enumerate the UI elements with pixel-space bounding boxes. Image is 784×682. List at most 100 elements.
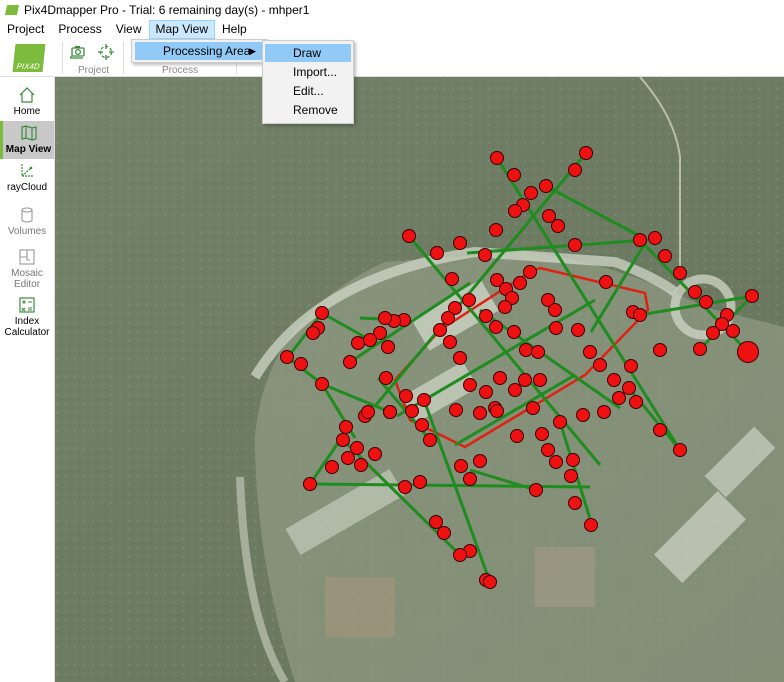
- image-position-marker[interactable]: [437, 526, 451, 540]
- image-position-marker[interactable]: [553, 415, 567, 429]
- image-position-marker[interactable]: [726, 324, 740, 338]
- image-position-marker[interactable]: [399, 389, 413, 403]
- image-position-marker[interactable]: [579, 146, 593, 160]
- sidebar-item-mosaic-editor[interactable]: Mosaic Editor: [0, 245, 54, 293]
- menu-view[interactable]: View: [109, 20, 149, 39]
- menu-map-view[interactable]: Map View: [148, 20, 215, 39]
- image-position-marker[interactable]: [583, 345, 597, 359]
- sidebar-item-map-view[interactable]: Map View: [0, 121, 54, 159]
- image-position-marker[interactable]: [378, 311, 392, 325]
- image-position-marker[interactable]: [398, 480, 412, 494]
- image-position-marker[interactable]: [542, 209, 556, 223]
- image-position-marker[interactable]: [593, 358, 607, 372]
- satellite-map[interactable]: [55, 77, 784, 682]
- image-position-marker[interactable]: [361, 405, 375, 419]
- sidebar-item-index-calculator[interactable]: Index Calculator: [0, 293, 54, 341]
- image-position-marker[interactable]: [490, 404, 504, 418]
- image-position-marker[interactable]: [612, 391, 626, 405]
- image-position-marker[interactable]: [673, 266, 687, 280]
- image-position-marker[interactable]: [607, 373, 621, 387]
- image-position-marker[interactable]: [341, 451, 355, 465]
- image-position-marker[interactable]: [417, 393, 431, 407]
- image-position-marker[interactable]: [498, 300, 512, 314]
- image-position-marker[interactable]: [539, 179, 553, 193]
- image-position-marker[interactable]: [303, 477, 317, 491]
- image-position-marker[interactable]: [453, 351, 467, 365]
- image-position-marker[interactable]: [454, 459, 468, 473]
- image-position-marker[interactable]: [633, 233, 647, 247]
- image-position-marker[interactable]: [463, 472, 477, 486]
- image-position-marker[interactable]: [566, 453, 580, 467]
- image-position-marker[interactable]: [551, 219, 565, 233]
- image-position-marker[interactable]: [433, 323, 447, 337]
- image-position-marker[interactable]: [453, 548, 467, 562]
- image-position-marker[interactable]: [624, 359, 638, 373]
- image-position-marker[interactable]: [429, 515, 443, 529]
- image-position-marker[interactable]: [568, 496, 582, 510]
- image-position-marker[interactable]: [706, 326, 720, 340]
- image-position-marker[interactable]: [363, 333, 377, 347]
- image-position-marker[interactable]: [315, 306, 329, 320]
- image-position-marker[interactable]: [693, 342, 707, 356]
- image-position-marker[interactable]: [381, 340, 395, 354]
- image-position-marker[interactable]: [622, 381, 636, 395]
- image-position-marker[interactable]: [541, 443, 555, 457]
- image-position-marker[interactable]: [479, 309, 493, 323]
- image-position-marker[interactable]: [648, 231, 662, 245]
- image-position-marker[interactable]: [571, 323, 585, 337]
- image-position-marker[interactable]: [306, 326, 320, 340]
- image-position-marker[interactable]: [441, 311, 455, 325]
- image-position-marker[interactable]: [463, 378, 477, 392]
- image-position-marker[interactable]: [280, 350, 294, 364]
- image-position-marker[interactable]: [383, 405, 397, 419]
- image-position-marker[interactable]: [568, 238, 582, 252]
- image-position-marker[interactable]: [423, 433, 437, 447]
- selected-image-marker[interactable]: [737, 341, 759, 363]
- image-position-marker[interactable]: [658, 249, 672, 263]
- image-position-marker[interactable]: [443, 335, 457, 349]
- image-position-marker[interactable]: [473, 406, 487, 420]
- image-position-marker[interactable]: [325, 460, 339, 474]
- menu-process[interactable]: Process: [51, 20, 108, 39]
- menu-item-remove[interactable]: Remove: [265, 101, 351, 119]
- sidebar-item-volumes[interactable]: Volumes: [0, 203, 54, 241]
- image-position-marker[interactable]: [368, 447, 382, 461]
- image-position-marker[interactable]: [354, 458, 368, 472]
- image-position-marker[interactable]: [599, 275, 613, 289]
- image-position-marker[interactable]: [415, 418, 429, 432]
- image-position-marker[interactable]: [507, 325, 521, 339]
- menu-item-draw[interactable]: Draw: [265, 44, 351, 62]
- menu-item-edit[interactable]: Edit...: [265, 82, 351, 100]
- image-position-marker[interactable]: [449, 403, 463, 417]
- image-position-marker[interactable]: [633, 308, 647, 322]
- image-position-marker[interactable]: [430, 246, 444, 260]
- image-position-marker[interactable]: [490, 151, 504, 165]
- image-position-marker[interactable]: [653, 423, 667, 437]
- image-position-marker[interactable]: [531, 345, 545, 359]
- image-position-marker[interactable]: [402, 229, 416, 243]
- sidebar-item-home[interactable]: Home: [0, 83, 54, 121]
- image-position-marker[interactable]: [445, 272, 459, 286]
- image-position-marker[interactable]: [548, 303, 562, 317]
- image-position-marker[interactable]: [568, 163, 582, 177]
- image-position-marker[interactable]: [379, 371, 393, 385]
- image-position-marker[interactable]: [549, 321, 563, 335]
- image-position-marker[interactable]: [507, 168, 521, 182]
- image-position-marker[interactable]: [629, 395, 643, 409]
- image-position-marker[interactable]: [413, 475, 427, 489]
- image-position-marker[interactable]: [584, 518, 598, 532]
- image-position-marker[interactable]: [508, 204, 522, 218]
- image-position-marker[interactable]: [508, 383, 522, 397]
- image-position-marker[interactable]: [489, 320, 503, 334]
- image-position-marker[interactable]: [510, 429, 524, 443]
- image-position-marker[interactable]: [564, 469, 578, 483]
- image-position-marker[interactable]: [350, 441, 364, 455]
- image-position-marker[interactable]: [479, 385, 493, 399]
- image-position-marker[interactable]: [493, 371, 507, 385]
- image-position-marker[interactable]: [673, 443, 687, 457]
- image-position-marker[interactable]: [526, 401, 540, 415]
- image-position-marker[interactable]: [489, 223, 503, 237]
- camera-stack-icon[interactable]: [68, 42, 88, 62]
- image-position-marker[interactable]: [483, 575, 497, 589]
- image-position-marker[interactable]: [529, 483, 543, 497]
